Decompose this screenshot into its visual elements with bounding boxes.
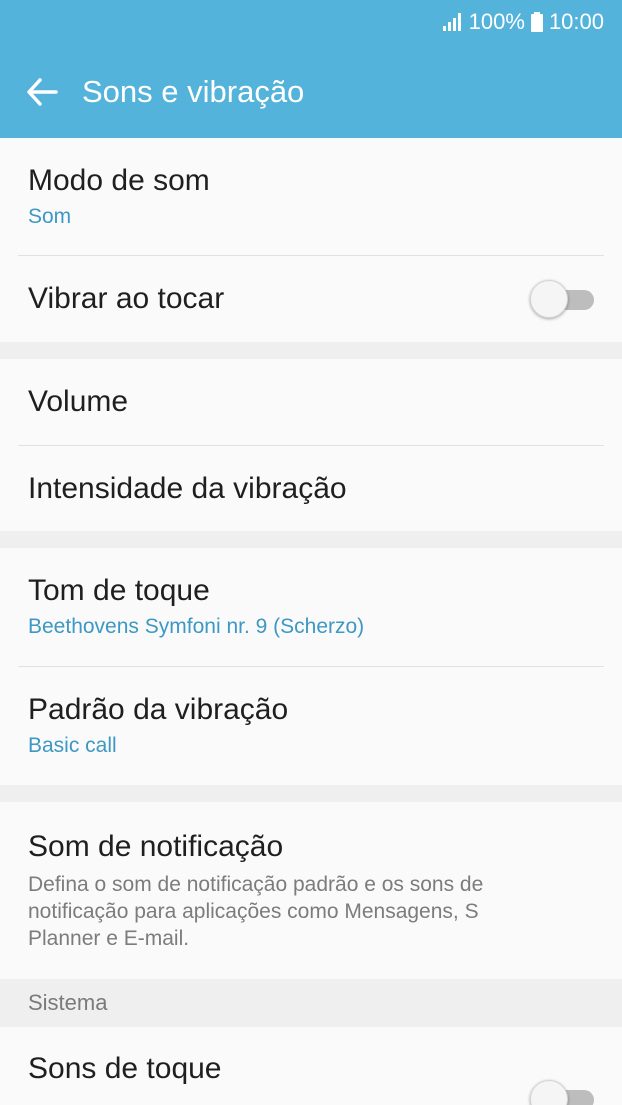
clock: 10:00 <box>548 9 604 34</box>
notification-sound-item[interactable]: Som de notificação Defina o som de notif… <box>0 802 622 979</box>
vibrate-on-touch-title: Vibrar ao tocar <box>28 282 225 315</box>
vibration-pattern-item[interactable]: Padrão da vibração Basic call <box>0 667 622 785</box>
touch-sounds-item[interactable]: Sons de toque <box>0 1027 622 1105</box>
settings-card-sound: Modo de som Som Vibrar ao tocar <box>0 138 622 342</box>
page-title: Sons e vibração <box>82 74 305 109</box>
signal-icon <box>442 13 461 31</box>
settings-screen: 100% 10:00 Sons e vibração Modo de som S… <box>0 0 622 1105</box>
arrow-left-icon <box>27 78 58 106</box>
vibration-pattern-value: Basic call <box>28 734 117 757</box>
vibration-intensity-item[interactable]: Intensidade da vibração <box>0 446 622 531</box>
sound-mode-value: Som <box>28 204 72 228</box>
ringtone-title: Tom de toque <box>28 574 210 607</box>
section-gap <box>0 342 622 359</box>
section-gap <box>0 785 622 802</box>
battery-icon <box>530 12 543 32</box>
touch-sounds-title: Sons de toque <box>28 1052 222 1085</box>
vibration-pattern-title: Padrão da vibração <box>28 693 289 726</box>
section-header-system: Sistema <box>0 979 622 1027</box>
notification-sound-title: Som de notificação <box>28 830 284 863</box>
ringtone-item[interactable]: Tom de toque Beethovens Symfoni nr. 9 (S… <box>0 548 622 666</box>
section-gap <box>0 531 622 548</box>
status-bar: 100% 10:00 <box>442 8 604 36</box>
settings-card-notification: Som de notificação Defina o som de notif… <box>0 802 622 979</box>
settings-card-system: Sons de toque <box>0 1027 622 1105</box>
battery-percent: 100% <box>468 9 525 34</box>
toggle-thumb <box>530 1080 568 1105</box>
sound-mode-item[interactable]: Modo de som Som <box>0 138 622 255</box>
notification-sound-description: Defina o som de notificação padrão e os … <box>28 873 484 950</box>
toggle-thumb <box>530 280 568 318</box>
settings-card-ringtone: Tom de toque Beethovens Symfoni nr. 9 (S… <box>0 548 622 785</box>
vibrate-on-touch-item[interactable]: Vibrar ao tocar <box>0 256 622 342</box>
sound-mode-title: Modo de som <box>28 163 210 197</box>
vibration-intensity-title: Intensidade da vibração <box>28 471 347 505</box>
touch-sounds-toggle[interactable] <box>530 1079 594 1105</box>
settings-list: Modo de som Som Vibrar ao tocar Volume I… <box>0 138 622 1105</box>
app-bar: Sons e vibração <box>0 56 622 128</box>
back-button[interactable] <box>12 62 72 122</box>
ringtone-value: Beethovens Symfoni nr. 9 (Scherzo) <box>28 615 365 638</box>
volume-title: Volume <box>28 385 129 418</box>
vibrate-on-touch-toggle[interactable] <box>530 279 594 319</box>
settings-card-volume: Volume Intensidade da vibração <box>0 359 622 531</box>
volume-item[interactable]: Volume <box>0 359 622 445</box>
header: 100% 10:00 Sons e vibração <box>0 0 622 138</box>
